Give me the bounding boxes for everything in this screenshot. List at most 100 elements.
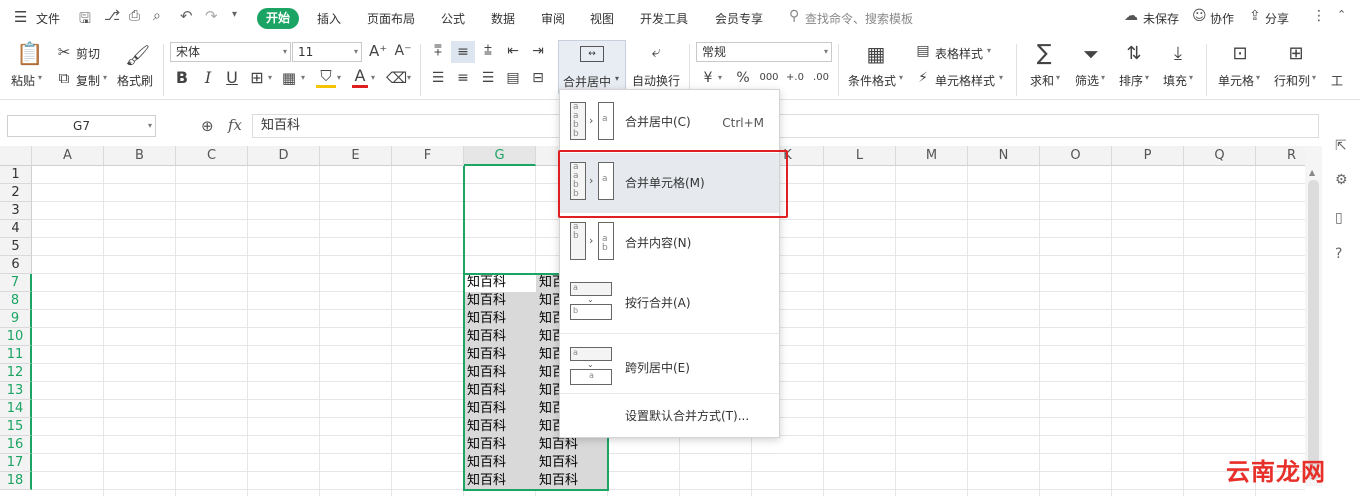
border-icon[interactable]: ⊞ <box>248 69 266 87</box>
conditional-format-icon[interactable]: ▦ <box>864 42 888 66</box>
scroll-up-icon[interactable]: ▲ <box>1309 168 1315 177</box>
tab-review[interactable]: 审阅 <box>541 10 565 27</box>
row-header-7[interactable]: 7 <box>0 274 32 292</box>
column-header-q[interactable]: Q <box>1184 146 1256 166</box>
sum-button[interactable]: 求和 <box>1030 72 1054 89</box>
sort-icon[interactable]: ⇅ <box>1122 42 1146 66</box>
fill-icon[interactable]: ⤓ <box>1166 42 1190 66</box>
merge-content-item[interactable]: 合并内容(N) › a ba b <box>560 213 779 273</box>
name-box[interactable]: G7 ▾ <box>7 115 156 137</box>
align-center-icon[interactable]: ≡ <box>455 69 471 87</box>
search-icon[interactable]: ⚲ <box>789 8 799 24</box>
undo-icon[interactable]: ↶ <box>180 7 193 25</box>
row-header-14[interactable]: 14 <box>0 400 32 418</box>
table-style-button[interactable]: 表格样式 <box>935 45 983 62</box>
column-header-d[interactable]: D <box>248 146 320 166</box>
row-header-16[interactable]: 16 <box>0 436 32 454</box>
column-header-l[interactable]: L <box>824 146 896 166</box>
tab-page-layout[interactable]: 页面布局 <box>367 10 415 27</box>
sort-chevron-icon[interactable]: ▾ <box>1145 73 1149 82</box>
scroll-thumb[interactable] <box>1308 180 1319 480</box>
tab-formulas[interactable]: 公式 <box>441 10 465 27</box>
align-top-icon[interactable]: ⩱ <box>430 42 446 60</box>
align-middle-icon[interactable]: ≡ <box>451 41 475 63</box>
column-header-n[interactable]: N <box>968 146 1040 166</box>
column-header-r[interactable]: R <box>1256 146 1305 166</box>
font-size-select[interactable]: 11 ▾ <box>292 42 362 62</box>
settings-slider-icon[interactable]: ⚙ <box>1335 172 1348 188</box>
save-icon[interactable]: 🖫 <box>79 8 91 32</box>
fill-chevron-icon[interactable]: ▾ <box>1189 73 1193 82</box>
decrease-decimal-icon[interactable]: .00 <box>811 69 831 87</box>
center-across-item[interactable]: 跨列居中(E) ⌄ a a <box>560 338 779 398</box>
column-header-m[interactable]: M <box>896 146 968 166</box>
font-name-select[interactable]: 宋体 ▾ <box>170 42 291 62</box>
paste-button[interactable]: 粘贴 <box>11 72 35 89</box>
conditional-chevron-icon[interactable]: ▾ <box>899 73 903 82</box>
cut-button[interactable]: 剪切 <box>76 45 100 62</box>
cell-style-chevron-icon[interactable]: ▾ <box>999 73 1003 82</box>
fill-pattern-icon[interactable]: ▦ <box>280 69 298 87</box>
percent-icon[interactable]: % <box>735 69 751 87</box>
italic-icon[interactable]: I <box>200 69 216 87</box>
copy-chevron-icon[interactable]: ▾ <box>103 73 107 82</box>
fill-color-icon[interactable]: ⛉ <box>316 67 336 88</box>
row-header-3[interactable]: 3 <box>0 202 32 220</box>
format-painter-button[interactable]: 格式刷 <box>117 72 153 89</box>
fill-pattern-chevron-icon[interactable]: ▾ <box>301 73 305 82</box>
align-right-icon[interactable]: ☰ <box>480 69 496 87</box>
row-header-1[interactable]: 1 <box>0 166 32 184</box>
increase-font-icon[interactable]: A⁺ <box>369 42 387 60</box>
column-header-o[interactable]: O <box>1040 146 1112 166</box>
column-header-f[interactable]: F <box>392 146 464 166</box>
clear-chevron-icon[interactable]: ▾ <box>407 73 411 82</box>
unsaved-status[interactable]: 未保存 <box>1143 10 1179 27</box>
conditional-format-button[interactable]: 条件格式 <box>848 72 896 89</box>
copy-icon[interactable]: ⧉ <box>55 69 73 87</box>
distributed-icon[interactable]: ⊟ <box>529 69 547 87</box>
truncated-tool-button[interactable]: 工 <box>1331 72 1343 89</box>
properties-icon[interactable]: ▯ <box>1335 210 1343 226</box>
increase-indent-icon[interactable]: ⇥ <box>529 42 547 60</box>
tab-home[interactable]: 开始 <box>257 8 299 29</box>
decrease-font-icon[interactable]: A⁻ <box>394 42 412 60</box>
copy-button[interactable]: 复制 <box>76 72 100 89</box>
filter-chevron-icon[interactable]: ▾ <box>1101 73 1105 82</box>
tab-membership[interactable]: 会员专享 <box>715 10 763 27</box>
merge-center-button[interactable]: ↔ 合并居中 ▾ <box>558 40 626 94</box>
number-format-select[interactable]: 常规 ▾ <box>696 42 832 62</box>
print-preview-icon[interactable]: ⌕ <box>153 8 161 24</box>
default-merge-setting-item[interactable]: 设置默认合并方式(T)... <box>560 396 779 436</box>
font-color-chevron-icon[interactable]: ▾ <box>371 73 375 82</box>
file-menu[interactable]: 文件 <box>36 10 60 27</box>
more-options-icon[interactable]: ⋮ <box>1312 8 1326 24</box>
table-style-chevron-icon[interactable]: ▾ <box>987 46 991 55</box>
print-icon[interactable]: ⎙ <box>129 8 140 24</box>
sum-chevron-icon[interactable]: ▾ <box>1056 73 1060 82</box>
share-button[interactable]: 分享 <box>1265 10 1289 27</box>
row-header-4[interactable]: 4 <box>0 220 32 238</box>
row-header-5[interactable]: 5 <box>0 238 32 256</box>
column-header-a[interactable]: A <box>32 146 104 166</box>
filter-button[interactable]: 筛选 <box>1075 72 1099 89</box>
fx-icon[interactable]: fx <box>228 116 242 134</box>
tab-insert[interactable]: 插入 <box>317 10 341 27</box>
thousands-icon[interactable]: 000 <box>758 69 780 87</box>
tab-view[interactable]: 视图 <box>590 10 614 27</box>
formula-input[interactable]: 知百科 <box>252 114 1319 138</box>
redo-icon[interactable]: ↷ <box>205 7 218 25</box>
column-header-b[interactable]: B <box>104 146 176 166</box>
justify-icon[interactable]: ▤ <box>504 69 522 87</box>
paste-icon[interactable]: 📋 <box>16 42 43 68</box>
cell-style-icon[interactable]: ⚡ <box>914 69 932 87</box>
sort-button[interactable]: 排序 <box>1119 72 1143 89</box>
column-header-e[interactable]: E <box>320 146 392 166</box>
row-header-6[interactable]: 6 <box>0 256 32 274</box>
column-header-g[interactable]: G <box>464 146 536 166</box>
filter-icon[interactable]: ⏷ <box>1079 42 1103 66</box>
row-header-11[interactable]: 11 <box>0 346 32 364</box>
merge-center-item[interactable]: 合并居中(C) Ctrl+M › a a b ba <box>560 93 779 151</box>
row-col-button[interactable]: 行和列 <box>1274 72 1310 89</box>
quick-access-chevron-icon[interactable]: ▾ <box>232 9 237 20</box>
row-col-chevron-icon[interactable]: ▾ <box>1312 73 1316 82</box>
